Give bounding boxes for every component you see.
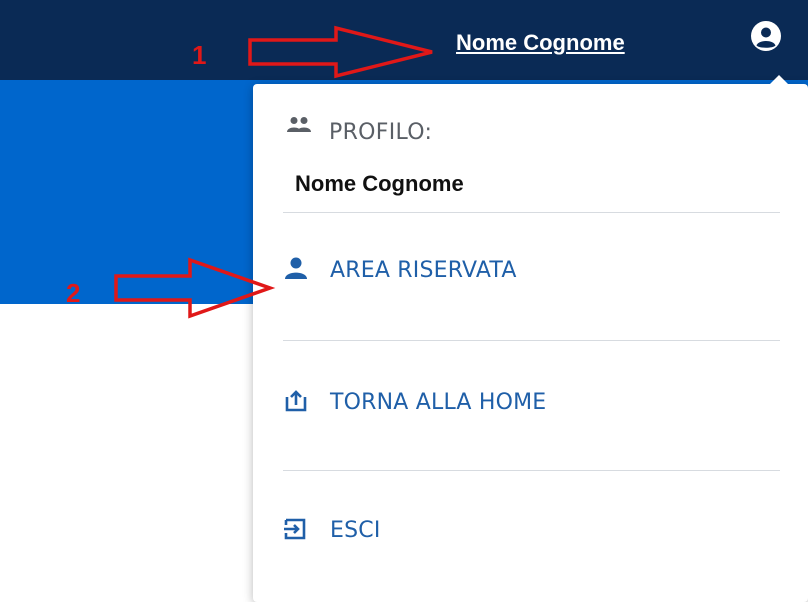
logout-arrow-icon [284,518,306,540]
menu-item-label: ESCI [330,518,381,543]
upload-tray-icon [285,390,307,412]
dropdown-caret [770,75,788,84]
user-name-link[interactable]: Nome Cognome [456,30,625,56]
annotation-arrow-1 [248,25,433,79]
profile-label: PROFILO: [329,120,433,145]
person-icon [285,257,307,279]
menu-item-label: TORNA ALLA HOME [330,390,547,415]
group-icon [287,117,311,132]
menu-divider [283,470,780,471]
menu-divider [283,340,780,341]
menu-item-torna-alla-home[interactable]: TORNA ALLA HOME [283,382,763,426]
annotation-arrow-2 [114,257,276,319]
menu-divider [283,212,780,213]
menu-item-area-riservata[interactable]: AREA RISERVATA [283,250,763,294]
profile-name: Nome Cognome [295,171,464,196]
user-circle-icon[interactable] [750,20,782,52]
annotation-number-1: 1 [192,40,207,70]
user-dropdown-menu: PROFILO: Nome Cognome AREA RISERVATA TOR… [253,75,808,602]
menu-item-esci[interactable]: ESCI [283,510,763,554]
annotation-number-2: 2 [66,278,81,308]
menu-item-label: AREA RISERVATA [330,258,517,283]
